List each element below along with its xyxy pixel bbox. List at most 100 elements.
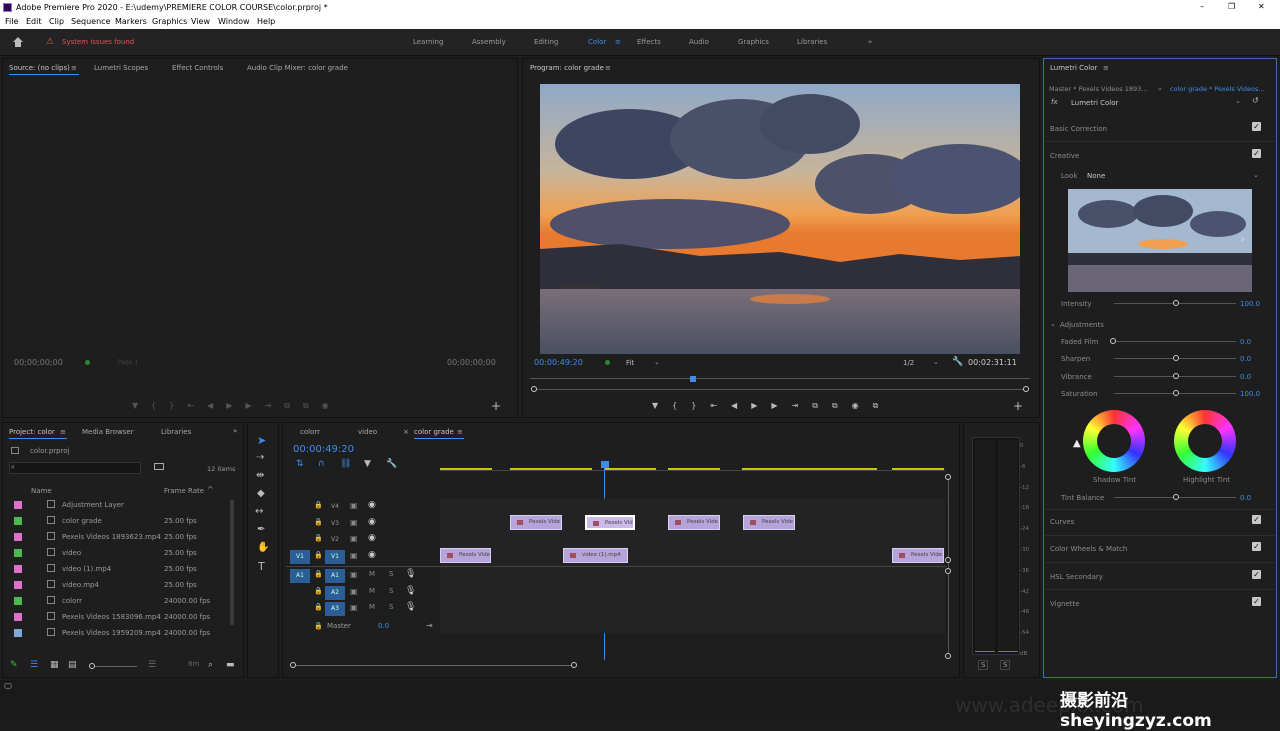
resolution-chevron-icon[interactable]: ⌄ [933, 358, 939, 366]
zoom-knob[interactable] [89, 663, 95, 669]
lumetri-effect-dropdown[interactable]: Lumetri Color [1071, 99, 1118, 107]
section-basic-correction[interactable]: Basic Correction [1050, 125, 1107, 133]
program-zoom-bar[interactable] [534, 389, 1028, 390]
track-label-a3[interactable]: A3 [325, 602, 345, 616]
menu-edit[interactable]: Edit [26, 17, 42, 26]
minimize-button[interactable]: – [1200, 2, 1204, 11]
lock-icon[interactable]: 🔒 [314, 518, 323, 526]
curves-checkbox[interactable]: ✓ [1252, 515, 1261, 524]
lock-icon[interactable]: 🔒 [314, 570, 323, 578]
ws-learning[interactable]: Learning [413, 38, 443, 46]
tab-video[interactable]: video [358, 428, 377, 436]
source-menu-icon[interactable]: ≡ [71, 64, 77, 72]
color-label-swatch[interactable] [14, 597, 22, 605]
linked-selection-icon[interactable]: ⛓ [340, 459, 351, 469]
color-label-swatch[interactable] [14, 629, 22, 637]
type-tool-icon[interactable]: T [258, 560, 265, 573]
ws-libraries[interactable]: Libraries [797, 38, 827, 46]
ws-more-icon[interactable]: » [868, 38, 872, 46]
work-area-bar[interactable] [742, 468, 877, 470]
vignette-checkbox[interactable]: ✓ [1252, 597, 1261, 606]
tint-balance-knob[interactable] [1173, 494, 1179, 500]
timeline-timecode[interactable]: 00:00:49:20 [293, 444, 354, 455]
ws-color[interactable]: Color [588, 38, 606, 46]
section-hsl-secondary[interactable]: HSL Secondary [1050, 573, 1103, 581]
menu-help[interactable]: Help [257, 17, 275, 26]
sort-chevron-icon[interactable]: ^ [207, 485, 214, 494]
project-menu-icon[interactable]: ≡ [60, 428, 66, 436]
param-knob[interactable] [1110, 338, 1116, 344]
color-label-swatch[interactable] [14, 613, 22, 621]
hsl-checkbox[interactable]: ✓ [1252, 570, 1261, 579]
timeline-clip[interactable]: Pexels Vide [440, 548, 491, 563]
list-item[interactable]: video (1).mp4 25.00 fps [14, 561, 224, 577]
lock-icon[interactable]: 🔒 [314, 551, 323, 559]
master-go-end-icon[interactable]: ⇥ [426, 621, 433, 630]
program-zoom-left-handle[interactable] [531, 386, 537, 392]
timeline-hscroll[interactable] [293, 665, 575, 666]
highlight-tint-wheel[interactable] [1174, 410, 1236, 472]
look-preview-thumbnail[interactable] [1068, 189, 1252, 292]
list-item[interactable]: video 25.00 fps [14, 545, 224, 561]
hand-tool-icon[interactable]: ✋ [257, 542, 269, 553]
section-creative[interactable]: Creative [1050, 152, 1079, 160]
col-framerate-header[interactable]: Frame Rate [164, 487, 204, 495]
param-knob[interactable] [1173, 373, 1179, 379]
razor-tool-icon[interactable]: ◆ [257, 488, 265, 499]
track-select-tool-icon[interactable]: ⇢ [256, 452, 264, 463]
pen-tool-icon[interactable]: ✒ [257, 524, 265, 535]
source-add-button-icon[interactable]: + [491, 399, 501, 413]
source-timecode[interactable]: 00;00;00;00 [14, 358, 63, 367]
color-label-swatch[interactable] [14, 565, 22, 573]
system-issues-text[interactable]: System issues found [62, 38, 134, 46]
timeline-playhead-handle[interactable] [601, 461, 609, 468]
look-dropdown[interactable]: None [1087, 172, 1105, 180]
work-area-bar[interactable] [510, 468, 592, 470]
program-playhead[interactable] [690, 376, 696, 382]
work-area-bar[interactable] [440, 468, 492, 470]
lumetri-title[interactable]: Lumetri Color [1050, 64, 1097, 72]
color-label-swatch[interactable] [14, 501, 22, 509]
look-next-chevron-icon[interactable]: › [1240, 232, 1245, 246]
adjustments-label[interactable]: Adjustments [1060, 321, 1104, 329]
work-area-bar[interactable] [668, 468, 720, 470]
track-label-v2[interactable]: V2 [325, 533, 345, 547]
toggle-sync-icon[interactable]: ▣ [350, 603, 358, 612]
tab-effect-controls[interactable]: Effect Controls [172, 64, 223, 72]
list-item[interactable]: Pexels Videos 1583096.mp4 24000.00 fps [14, 609, 224, 625]
program-title[interactable]: Program: color grade [530, 64, 604, 72]
lumetri-menu-icon[interactable]: ≡ [1103, 64, 1109, 72]
color-label-swatch[interactable] [14, 517, 22, 525]
icon-view-icon[interactable]: ▦ [50, 660, 59, 670]
source-page-dropdown[interactable]: Page 1 [118, 359, 138, 366]
master-chevron-icon[interactable]: ⌄ [1157, 84, 1163, 92]
list-item[interactable]: Adjustment Layer [14, 497, 224, 513]
intensity-knob[interactable] [1173, 300, 1179, 306]
section-color-wheels[interactable]: Color Wheels & Match [1050, 545, 1127, 553]
snap-icon[interactable]: ∩ [318, 459, 325, 469]
program-add-button-icon[interactable]: + [1013, 399, 1023, 413]
creative-checkbox[interactable]: ✓ [1252, 149, 1261, 158]
warning-icon[interactable]: ⚠ [46, 37, 54, 47]
timeline-menu-icon[interactable]: ≡ [457, 428, 463, 436]
timeline-clip[interactable]: video (1).mp4 [563, 548, 628, 563]
list-item[interactable]: Pexels Videos 1959209.mp4 24000.00 fps [14, 625, 224, 641]
automate-icon[interactable]: 8m [188, 660, 199, 668]
more-tabs-icon[interactable]: » [233, 427, 237, 435]
fx-icon[interactable]: fx [1051, 98, 1058, 106]
mute-button[interactable]: M [369, 570, 375, 578]
lumetri-master-clip[interactable]: Master * Pexels Videos 1893... [1049, 85, 1147, 93]
ws-audio[interactable]: Audio [689, 38, 709, 46]
maximize-button[interactable]: ❐ [1228, 2, 1235, 11]
solo-button[interactable]: S [389, 603, 393, 611]
master-value[interactable]: 0.0 [378, 622, 389, 630]
eye-icon[interactable]: ◉ [368, 550, 376, 560]
list-item[interactable]: color grade 25.00 fps [14, 513, 224, 529]
ws-assembly[interactable]: Assembly [472, 38, 506, 46]
vscroll-knob[interactable] [945, 653, 951, 659]
tab-color-grade[interactable]: color grade [414, 428, 454, 436]
param-value[interactable]: 100.0 [1240, 390, 1260, 398]
menu-clip[interactable]: Clip [49, 17, 64, 26]
menu-graphics[interactable]: Graphics [152, 17, 187, 26]
menu-markers[interactable]: Markers [115, 17, 147, 26]
